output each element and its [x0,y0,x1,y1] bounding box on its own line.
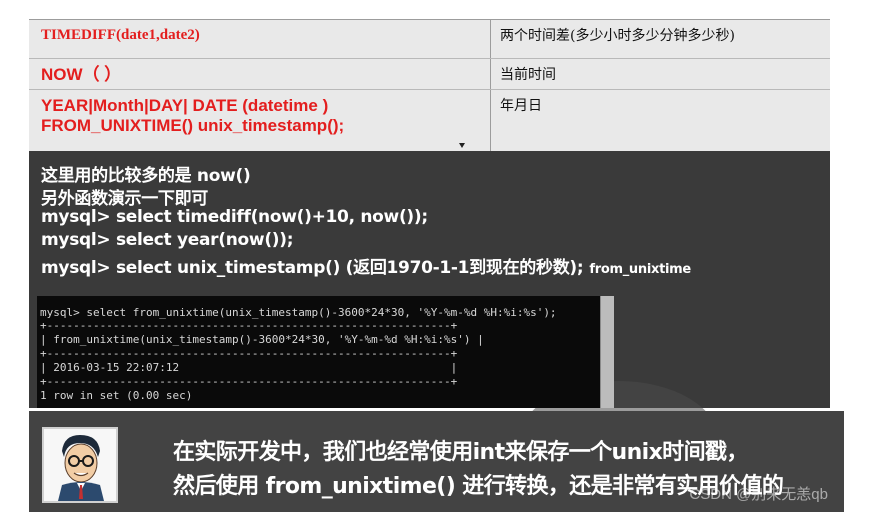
console-line: | from_unixtime(unix_timestamp()-3600*24… [40,333,484,346]
console-line: +---------------------------------------… [40,375,458,388]
console-screenshot: mysql> select from_unixtime(unix_timesta… [37,296,614,408]
console-scrollbar[interactable] [600,296,614,408]
console-line: +---------------------------------------… [40,319,458,332]
function-description: 两个时间差(多少小时多少分钟多少秒) [500,28,735,44]
tip-banner: 在实际开发中，我们也经常使用int来保存一个unix时间戳， 然后使用 from… [29,411,844,512]
description-cell: 年月日 [491,90,830,151]
avatar-icon [44,429,116,501]
cartoon-teacher-avatar [42,427,118,503]
note-line-main: mysql> select unix_timestamp() (返回1970-1… [41,258,584,278]
note-line: mysql> select year(now()); [41,230,294,250]
function-description: 年月日 [500,98,542,114]
function-description: 当前时间 [500,67,556,83]
note-line: 这里用的比较多的是 now() [41,166,251,186]
functions-table: TIMEDIFF(date1,date2) 两个时间差(多少小时多少分钟多少秒)… [29,19,830,152]
table-row: NOW（ ） 当前时间 [29,59,830,90]
table-row: YEAR|Month|DAY| DATE (datetime ) FROM_UN… [29,90,830,151]
function-cell: TIMEDIFF(date1,date2) [29,20,491,58]
slide-page: TIMEDIFF(date1,date2) 两个时间差(多少小时多少分钟多少秒)… [0,0,875,512]
note-line: mysql> select timediff(now()+10, now()); [41,207,428,227]
console-line: | 2016-03-15 22:07:12 | [40,361,458,374]
function-cell: YEAR|Month|DAY| DATE (datetime ) FROM_UN… [29,90,491,151]
console-line: mysql> select from_unixtime(unix_timesta… [40,306,557,319]
table-row: TIMEDIFF(date1,date2) 两个时间差(多少小时多少分钟多少秒) [29,20,830,59]
console-line: 1 row in set (0.00 sec) [40,389,193,402]
description-cell: 两个时间差(多少小时多少分钟多少秒) [491,20,830,58]
credit-watermark: CSDN @别来无恙qb [689,486,828,503]
note-line: 另外函数演示一下即可 [41,189,208,209]
function-name: NOW（ ） [41,65,122,84]
function-name-line: FROM_UNIXTIME() unix_timestamp(); [41,116,345,135]
function-name-line: YEAR|Month|DAY| DATE (datetime ) [41,96,329,115]
arrow-down-icon [459,143,465,148]
note-line: mysql> select unix_timestamp() (返回1970-1… [41,253,691,278]
console-line: +---------------------------------------… [40,347,458,360]
description-cell: 当前时间 [491,59,830,89]
note-line-small: from_unixtime [589,262,691,277]
tip-line: 在实际开发中，我们也经常使用int来保存一个unix时间戳， [173,440,748,465]
function-name: TIMEDIFF(date1,date2) [41,27,200,43]
function-cell: NOW（ ） [29,59,491,89]
